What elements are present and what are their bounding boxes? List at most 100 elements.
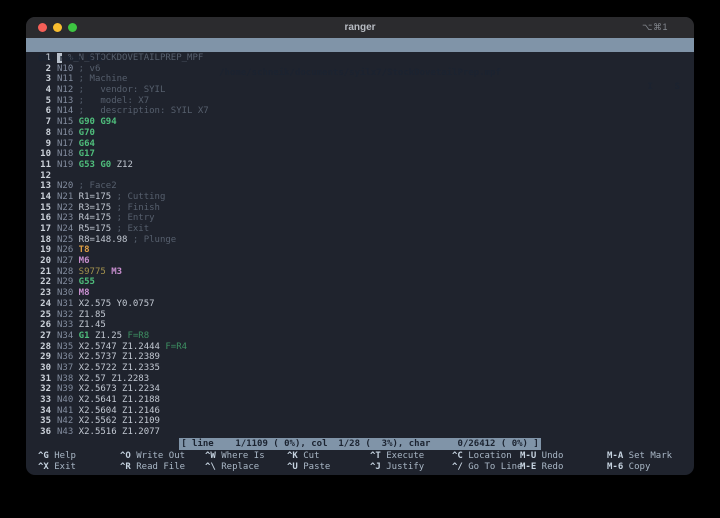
code-token: T8 <box>73 245 90 256</box>
code-token: ; Face2 <box>73 181 117 192</box>
editor-line: 28 N35 X2.5747 Z1.2444 F=R4 <box>26 342 694 353</box>
editor-line: 35 N42 X2.5562 Z1.2109 <box>26 416 694 427</box>
shortcut-item: ^K Cut <box>287 451 370 462</box>
shortcut-item: ^\ Replace <box>205 462 287 473</box>
line-content: N38 X2.57 Z1.2283 <box>57 374 694 385</box>
line-number: 11 <box>40 159 51 170</box>
code-token: N20 <box>57 181 74 192</box>
line-content: N40 X2.5641 Z1.2188 <box>57 395 694 406</box>
nano-state-flags: I S <box>647 82 680 92</box>
editor-lines[interactable]: 1 %_N_STOCKDOVETAILPREP_MPF 2 N10 ; v6 3 N11… <box>26 52 694 438</box>
code-token: G53 G0 <box>73 159 112 170</box>
shortcut-label: Read File <box>130 461 186 472</box>
line-number: 14 <box>40 191 51 202</box>
code-token: R4=175 <box>73 213 112 224</box>
shortcut-item: ^/ Go To Line <box>452 462 522 473</box>
code-token: ; Plunge <box>127 234 177 245</box>
line-content: N39 X2.5673 Z1.2234 <box>57 384 694 395</box>
editor-line: 20 N27 M6 <box>26 256 694 267</box>
code-token: N43 <box>57 427 74 438</box>
code-token: M8 <box>73 288 90 299</box>
code-token: X2.575 Y0.0757 <box>73 298 155 309</box>
line-number: 8 <box>45 127 51 138</box>
shortcut-row-1: ^G Help ^O Write Out ^W Where Is ^K Cut ^T E… <box>38 451 694 462</box>
code-token: Z1.45 <box>73 320 106 331</box>
line-number: 34 <box>40 405 51 416</box>
shortcut-key: ^\ <box>205 461 216 472</box>
shortcut-item: M-U Undo <box>520 451 607 462</box>
editor-line: 33 N40 X2.5641 Z1.2188 <box>26 395 694 406</box>
code-token: N24 <box>57 224 74 234</box>
window-titlebar[interactable]: ranger ⌥⌘1 <box>26 17 694 38</box>
line-number: 22 <box>40 277 51 288</box>
window-shortcut-hint: ⌥⌘1 <box>642 22 668 32</box>
line-number: 12 <box>40 170 51 181</box>
editor-line: 32 N39 X2.5673 Z1.2234 <box>26 384 694 395</box>
line-content: N25 R8=148.98 ; Plunge <box>57 235 694 246</box>
terminal-window[interactable]: ranger ⌥⌘1 GNU nano 6.2 /home/schneik/do… <box>26 17 694 475</box>
code-token: ; description: SYIL X7 <box>73 106 209 117</box>
editor-line: 27 N34 G1 Z1.25 F=R8 <box>26 331 694 342</box>
code-token: ; vendor: SYIL <box>73 85 166 96</box>
shortcut-row-2: ^X Exit ^R Read File ^\ Replace ^U Paste ^J … <box>38 462 694 473</box>
code-token: X2.57 Z1.2283 <box>73 373 150 384</box>
editor-line: 19 N26 T8 <box>26 245 694 256</box>
line-content: N13 ; model: X7 <box>57 96 694 107</box>
line-number: 18 <box>40 234 51 245</box>
code-token: X2.5641 Z1.2188 <box>73 395 160 405</box>
editor-line: 1 %_N_STOCKDOVETAILPREP_MPF <box>26 53 694 64</box>
code-token: N15 <box>57 117 74 128</box>
line-content: N36 X2.5737 Z1.2389 <box>57 352 694 363</box>
shortcut-label: Paste <box>297 461 331 472</box>
editor-line: 16 N23 R4=175 ; Entry <box>26 213 694 224</box>
line-content: N15 G90 G94 <box>57 117 694 128</box>
code-token: N16 <box>57 127 74 138</box>
code-token: N25 <box>57 234 74 245</box>
shortcut-key: ^G <box>38 450 49 461</box>
editor-line: 6 N14 ; description: SYIL X7 <box>26 106 694 117</box>
editor-line: 22 N29 G55 <box>26 277 694 288</box>
line-content: N18 G17 <box>57 149 694 160</box>
code-token: Z12 <box>111 159 133 170</box>
line-content: N43 X2.5516 Z1.2077 <box>57 427 694 438</box>
shortcut-label: Replace <box>215 461 260 472</box>
line-content: N20 ; Face2 <box>57 181 694 192</box>
line-number: 36 <box>40 427 51 438</box>
code-token: N39 <box>57 384 74 395</box>
code-token: N28 <box>57 266 74 277</box>
close-button[interactable] <box>38 23 47 32</box>
editor-line: 10 N18 G17 <box>26 149 694 160</box>
shortcut-item: M-A Set Mark <box>607 451 694 462</box>
line-number: 15 <box>40 202 51 213</box>
zoom-button[interactable] <box>68 23 77 32</box>
code-token: ; Exit <box>111 224 150 234</box>
code-token: N31 <box>57 298 74 309</box>
editor-line: 34 N41 X2.5604 Z1.2146 <box>26 406 694 417</box>
code-token: R3=175 <box>73 202 112 213</box>
code-token: N33 <box>57 320 74 331</box>
code-token: M6 <box>73 256 90 267</box>
code-token: N34 <box>57 330 74 341</box>
editor-line: 14 N21 R1=175 ; Cutting <box>26 192 694 203</box>
code-token: M3 <box>105 266 123 277</box>
shortcut-label: Location <box>462 450 512 461</box>
code-token: N23 <box>57 213 74 224</box>
code-token: ; Finish <box>111 202 160 213</box>
code-token: N36 <box>57 352 74 363</box>
minimize-button[interactable] <box>53 23 62 32</box>
shortcut-item: M-6 Copy <box>607 462 694 473</box>
code-token: N38 <box>57 373 74 384</box>
line-number: 21 <box>40 266 51 277</box>
code-token: N19 <box>57 159 74 170</box>
shortcut-label: Help <box>48 450 76 461</box>
shortcut-item: ^U Paste <box>287 462 370 473</box>
line-content: N37 X2.5722 Z1.2335 <box>57 363 694 374</box>
editor-line: 24 N31 X2.575 Y0.0757 <box>26 299 694 310</box>
line-number: 19 <box>40 245 51 256</box>
editor-line: 12 <box>26 171 694 182</box>
shortcut-key: ^J <box>370 461 381 472</box>
shortcut-label: Exit <box>48 461 76 472</box>
line-content: N28 S9775 M3 <box>57 267 694 278</box>
code-token: N29 <box>57 277 74 288</box>
code-token: X2.5722 Z1.2335 <box>73 362 160 373</box>
